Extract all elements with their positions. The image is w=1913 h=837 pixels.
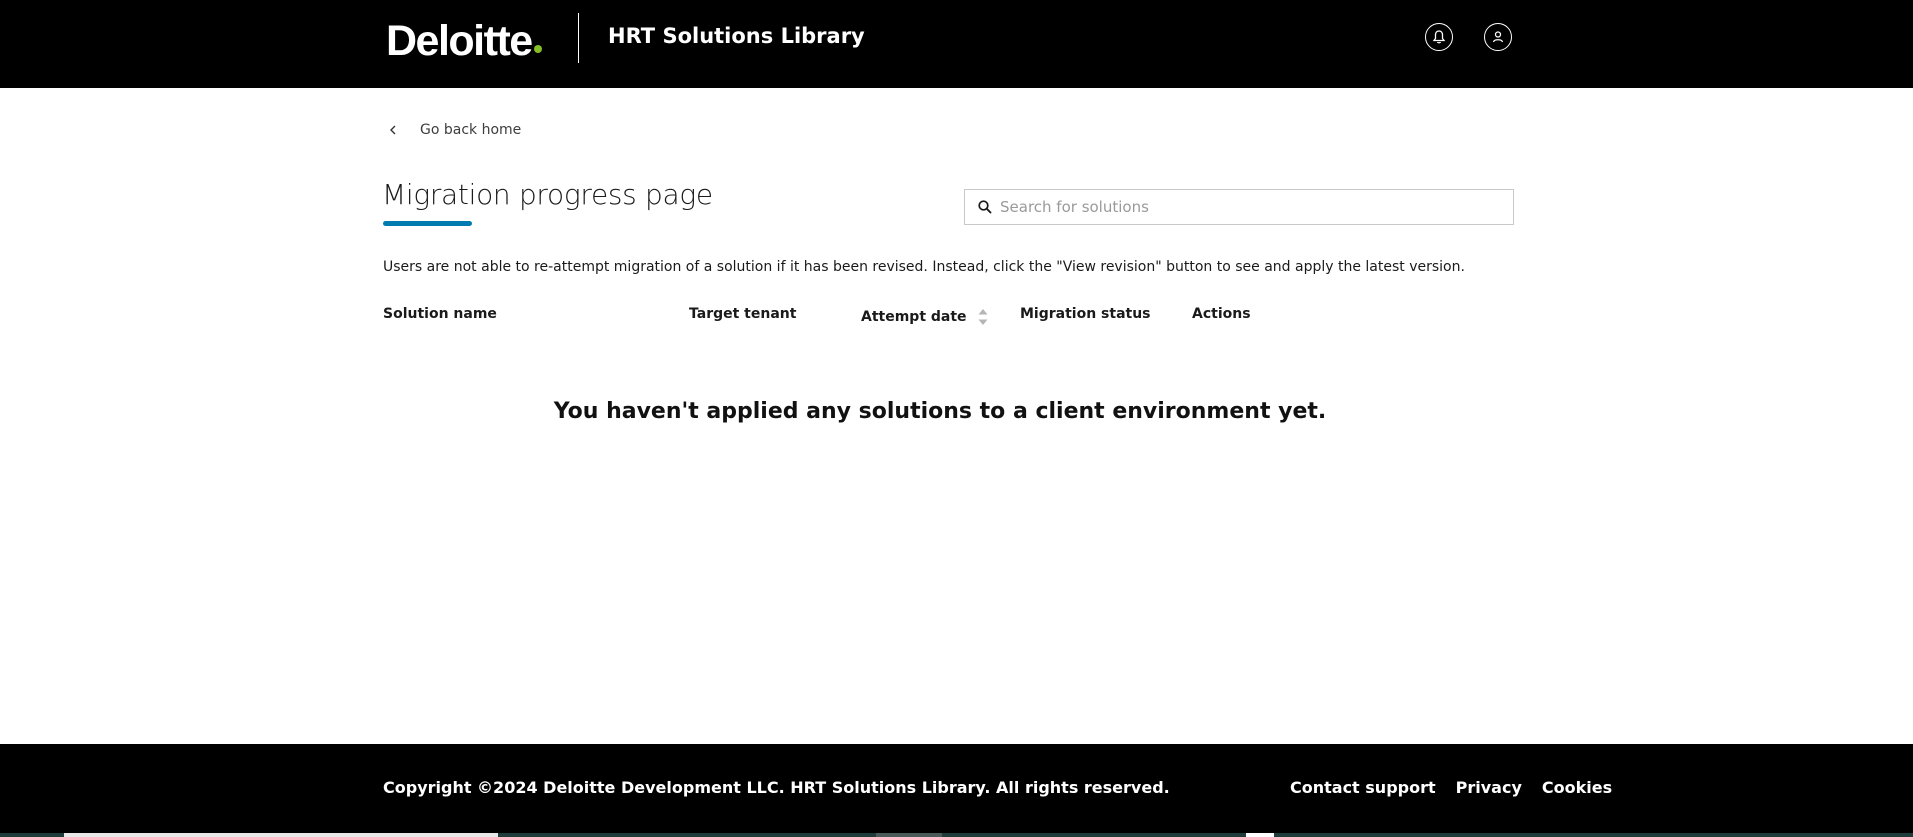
notifications-button[interactable] <box>1425 23 1453 51</box>
brand-name: Deloitte <box>386 17 533 65</box>
footer: Copyright ©2024 Deloitte Development LLC… <box>0 744 1913 837</box>
search-box[interactable] <box>964 189 1514 225</box>
privacy-link[interactable]: Privacy <box>1456 778 1522 797</box>
go-back-home-link[interactable]: Go back home <box>386 118 521 142</box>
user-icon <box>1492 31 1504 43</box>
taskbar-segment <box>64 833 498 837</box>
column-header-solution-name: Solution name <box>383 306 497 322</box>
copyright-text: Copyright ©2024 Deloitte Development LLC… <box>383 778 1170 797</box>
taskbar-segment <box>1246 833 1274 837</box>
sort-icon[interactable] <box>977 306 989 328</box>
taskbar-segment <box>876 833 942 837</box>
column-header-actions: Actions <box>1192 306 1251 322</box>
top-header: Deloitte HRT Solutions Library <box>0 0 1913 88</box>
page-title: Migration progress page <box>382 178 713 211</box>
taskbar-strip <box>0 833 1913 837</box>
column-header-attempt-date[interactable]: Attempt date <box>861 306 989 328</box>
go-back-home-label: Go back home <box>420 122 522 138</box>
footer-links: Contact support Privacy Cookies <box>1290 778 1632 797</box>
header-divider <box>578 13 579 63</box>
column-header-migration-status: Migration status <box>1020 306 1151 322</box>
deloitte-logo[interactable]: Deloitte <box>386 17 542 65</box>
search-input[interactable] <box>998 197 1513 217</box>
chevron-left-icon <box>390 125 396 135</box>
contact-support-link[interactable]: Contact support <box>1290 778 1436 797</box>
column-header-target-tenant: Target tenant <box>689 306 797 322</box>
cookies-link[interactable]: Cookies <box>1542 778 1612 797</box>
empty-state-message: You haven't applied any solutions to a c… <box>553 399 1327 424</box>
search-icon <box>978 200 992 214</box>
app-title[interactable]: HRT Solutions Library <box>608 24 865 48</box>
revision-notice: Users are not able to re-attempt migrati… <box>383 259 1465 275</box>
bell-icon <box>1432 30 1446 44</box>
brand-dot <box>533 45 542 53</box>
column-header-attempt-date-label: Attempt date <box>861 309 967 325</box>
title-underline <box>383 221 472 226</box>
profile-button[interactable] <box>1484 23 1512 51</box>
